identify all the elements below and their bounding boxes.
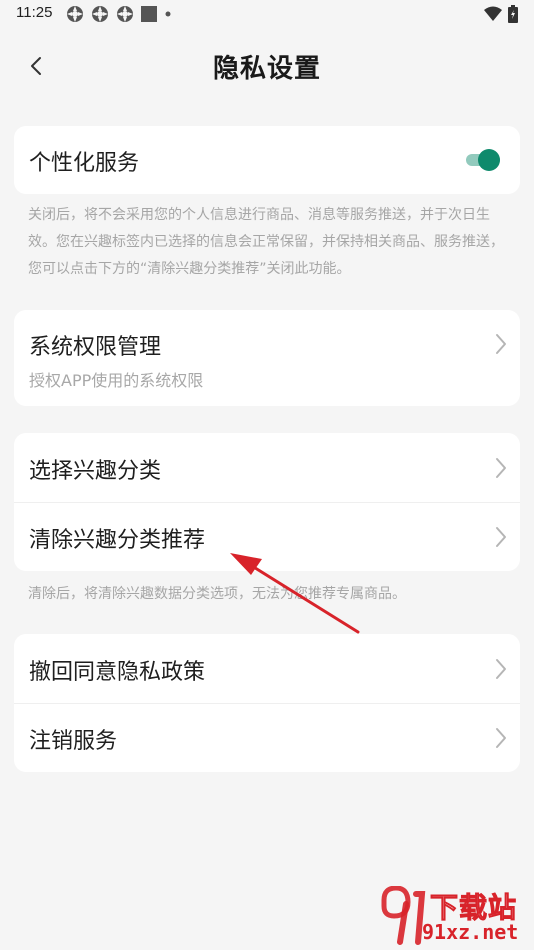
interest-card: 选择兴趣分类 清除兴趣分类推荐 (14, 433, 520, 571)
clear-interest-label: 清除兴趣分类推荐 (29, 528, 206, 553)
notification-icon (117, 6, 133, 22)
dot-icon (165, 11, 171, 17)
nav-bar: 隐私设置 (0, 36, 534, 96)
notification-icon (92, 6, 108, 22)
select-interest-label: 选择兴趣分类 (29, 459, 162, 484)
page-title: 隐私设置 (212, 54, 321, 84)
personalized-service-card: 个性化服务 (14, 126, 520, 194)
clear-interest-note: 清除后，将清除兴趣数据分类选项，无法为您推荐专属商品。 (28, 586, 406, 602)
cancel-service-label: 注销服务 (29, 729, 118, 754)
select-interest-row[interactable]: 选择兴趣分类 (14, 433, 520, 502)
status-bar: 11:25 (0, 0, 534, 30)
status-right-icons (484, 5, 518, 23)
status-notification-icons (66, 5, 172, 23)
status-time: 11:25 (16, 4, 53, 21)
battery-icon (508, 5, 518, 23)
chevron-right-icon (496, 659, 506, 679)
permissions-card: 系统权限管理 授权APP使用的系统权限 (14, 310, 520, 406)
chevron-right-icon (496, 458, 506, 478)
revoke-privacy-row[interactable]: 撤回同意隐私政策 (14, 634, 520, 703)
notification-icon (67, 6, 83, 22)
watermark-domain: 91xz.net (422, 920, 519, 944)
chevron-right-icon (496, 527, 506, 547)
personalized-service-row: 个性化服务 (14, 126, 520, 194)
revoke-privacy-label: 撤回同意隐私政策 (29, 660, 206, 685)
personalized-service-toggle[interactable] (464, 148, 502, 172)
system-permissions-label: 系统权限管理 (29, 335, 162, 360)
chevron-right-icon (496, 334, 506, 354)
account-card: 撤回同意隐私政策 注销服务 (14, 634, 520, 772)
system-permissions-row[interactable]: 系统权限管理 授权APP使用的系统权限 (14, 310, 520, 406)
square-icon (141, 6, 157, 22)
toggle-knob (478, 149, 500, 171)
personalized-service-note: 关闭后，将不会采用您的个人信息进行商品、消息等服务推送，并于次日生效。您在兴趣标… (28, 207, 504, 277)
chevron-right-icon (496, 728, 506, 748)
system-permissions-sublabel: 授权APP使用的系统权限 (29, 371, 204, 390)
clear-interest-row[interactable]: 清除兴趣分类推荐 (14, 502, 520, 571)
wifi-icon (484, 6, 502, 21)
personalized-service-label: 个性化服务 (29, 151, 140, 176)
watermark: 下载站 91xz.net (378, 886, 528, 946)
cancel-service-row[interactable]: 注销服务 (14, 703, 520, 772)
